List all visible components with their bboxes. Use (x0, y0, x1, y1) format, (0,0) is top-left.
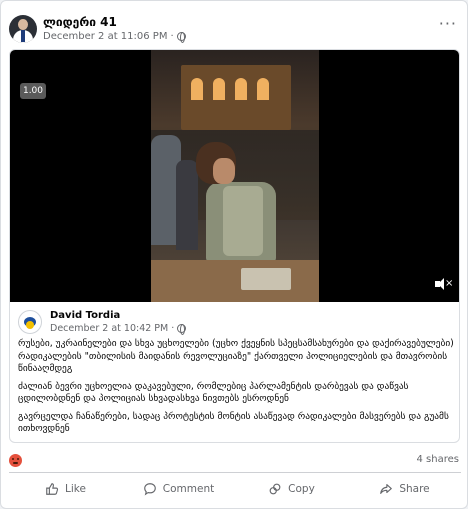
post-header: ლიდერი 41 December 2 at 11:06 PM · ··· (9, 15, 461, 45)
post-paragraph: ძალიან ბევრი უცხოელია დაკავებული, რომლებ… (18, 380, 409, 405)
post-text: რუსები, უკრაინელები და სხვა უცხოელები (უ… (18, 338, 454, 441)
author-name[interactable]: David Tordia (50, 310, 120, 321)
comment-button[interactable]: Comment (122, 475, 235, 503)
shared-post-header: David Tordia December 2 at 10:42 PM · (18, 308, 448, 336)
post-paragraph: რუსები, უკრაინელები და სხვა უცხოელები (უ… (18, 338, 454, 374)
author-avatar[interactable] (18, 310, 42, 334)
copy-button[interactable]: Copy (235, 475, 348, 503)
playback-speed-badge[interactable]: 1.00 (20, 83, 46, 99)
shared-post-timestamp[interactable]: December 2 at 10:42 PM (50, 323, 168, 334)
shared-post-meta: December 2 at 10:42 PM · (50, 323, 187, 335)
share-icon (380, 484, 393, 494)
copy-label: Copy (288, 483, 315, 495)
thumbs-up-icon (46, 483, 59, 495)
comment-icon (143, 483, 156, 496)
video-frame (151, 50, 319, 302)
page-name[interactable]: ლიდერი 41 (43, 15, 117, 29)
action-bar: Like Comment Copy Share (9, 475, 461, 503)
angry-reaction-icon[interactable] (9, 454, 22, 467)
globe-icon (177, 324, 187, 335)
post-paragraph: გავრცელდა ჩანაწერები, სადაც პროტესტის მო… (18, 410, 449, 435)
like-button[interactable]: Like (9, 475, 122, 503)
like-label: Like (65, 483, 86, 495)
copy-icon (269, 483, 281, 495)
page-avatar[interactable] (9, 15, 37, 43)
share-count[interactable]: 4 shares (417, 454, 459, 465)
post-meta: December 2 at 11:06 PM · (43, 31, 186, 43)
speaker-muted-icon[interactable]: × (435, 277, 453, 291)
more-options-icon[interactable]: ··· (439, 16, 457, 32)
video-player[interactable]: 1.00 × (10, 50, 459, 302)
feed-post: ლიდერი 41 December 2 at 11:06 PM · ··· 1… (0, 0, 468, 509)
reactions-bar: 4 shares (9, 452, 461, 470)
globe-icon (176, 32, 186, 43)
shared-post: 1.00 × David Tordia December 2 at 10:42 … (9, 49, 460, 443)
share-label: Share (399, 483, 430, 495)
comment-label: Comment (162, 483, 215, 495)
divider (9, 472, 461, 473)
share-button[interactable]: Share (348, 475, 461, 503)
post-timestamp[interactable]: December 2 at 11:06 PM (43, 31, 167, 42)
